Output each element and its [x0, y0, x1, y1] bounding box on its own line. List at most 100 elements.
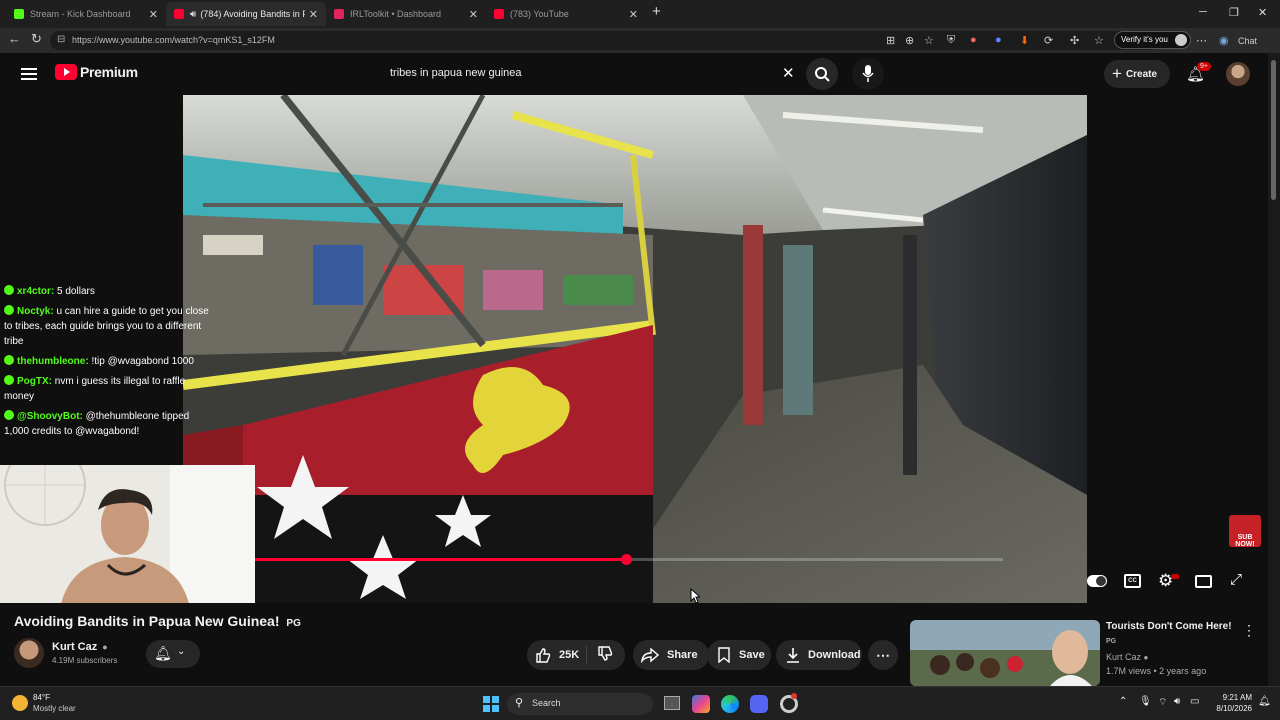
site-info-icon[interactable]: ⊟	[57, 34, 65, 45]
restore-icon[interactable]: ❐	[1229, 6, 1239, 19]
menu-icon[interactable]	[21, 67, 37, 81]
clear-search-icon[interactable]: ✕	[782, 64, 795, 82]
search-button[interactable]	[806, 58, 838, 90]
address-bar[interactable]: ⊟ https://www.youtube.com/watch?v=qmKS1_…	[50, 31, 1160, 50]
subscribed-bell-button[interactable]: 🔔︎ ⌄	[146, 640, 200, 668]
back-icon[interactable]: ←	[8, 31, 21, 46]
youtube-play-icon	[55, 64, 77, 80]
save-button[interactable]: Save	[707, 640, 771, 670]
tab-youtube[interactable]: (783) YouTube ✕	[486, 2, 646, 26]
share-button[interactable]: Share	[633, 640, 709, 670]
create-button[interactable]: + Create	[1104, 60, 1170, 88]
recommended-rating: PG	[1106, 638, 1117, 645]
progress-track[interactable]	[183, 554, 1003, 565]
close-tab-icon[interactable]: ✕	[629, 8, 638, 21]
more-actions-icon[interactable]: ⋯	[868, 640, 898, 670]
apps-icon[interactable]: ⊞	[886, 34, 895, 47]
refresh-extension-icon[interactable]: ⟳	[1044, 34, 1053, 47]
close-tab-icon[interactable]: ✕	[149, 8, 158, 21]
microphone-tray-icon[interactable]: 🎙︎	[1139, 696, 1152, 707]
chat-badge-icon	[4, 375, 14, 385]
zoom-icon[interactable]: ⊕	[905, 34, 914, 47]
more-menu-icon[interactable]: ⋯	[1196, 34, 1207, 47]
avatar[interactable]	[1226, 62, 1250, 86]
kick-favicon-icon	[14, 9, 24, 19]
youtube-logo[interactable]: Premium	[55, 64, 138, 80]
windows-start-icon[interactable]	[483, 696, 499, 712]
tab-youtube-video[interactable]: 🔊︎ (784) Avoiding Bandits in Papua New G…	[166, 2, 326, 26]
copilot-icon[interactable]: ◉	[1219, 34, 1229, 47]
discord-icon[interactable]	[750, 695, 768, 713]
plus-icon: +	[1112, 64, 1122, 83]
recommended-menu-icon[interactable]: ⋮	[1242, 622, 1256, 639]
volume-icon[interactable]: 🔊︎	[1174, 696, 1180, 707]
chat-badge-icon	[4, 355, 14, 365]
weather-temp[interactable]: 84°F	[33, 693, 50, 702]
channel-avatar[interactable]	[14, 638, 44, 668]
edge-browser-icon[interactable]	[721, 695, 739, 713]
webcam-frame	[0, 465, 255, 608]
extension-icon[interactable]: ●	[995, 34, 1002, 46]
thumbs-up-icon	[536, 648, 551, 663]
autoplay-toggle[interactable]	[1087, 575, 1107, 587]
bookmark-icon	[718, 647, 730, 663]
recommended-channel[interactable]: Kurt Caz ●	[1106, 652, 1148, 662]
notification-center-icon[interactable]: 🔔︎	[1258, 696, 1271, 707]
chat-label[interactable]: Chat	[1238, 36, 1257, 46]
search-input[interactable]: tribes in papua new guinea ✕	[380, 62, 804, 86]
clock-date[interactable]: 8/10/2026	[1206, 704, 1252, 713]
clock-time[interactable]: 9:21 AM	[1206, 693, 1252, 702]
scrollbar-thumb[interactable]	[1271, 60, 1276, 200]
window-close-icon[interactable]: ✕	[1258, 6, 1267, 19]
chat-badge-icon	[4, 285, 14, 295]
weather-desc[interactable]: Mostly clear	[33, 704, 76, 713]
copilot-app-icon[interactable]	[692, 695, 710, 713]
stream-chat-overlay: xr4ctor: 5 dollars Noctyk: u can hire a …	[0, 284, 210, 444]
sub-now-badge[interactable]: SUB NOW!	[1229, 515, 1261, 548]
tab-kick-dashboard[interactable]: Stream - Kick Dashboard ✕	[6, 2, 166, 26]
chevron-down-icon: ⌄	[177, 646, 186, 657]
download-arrow-icon[interactable]: ⬇	[1020, 34, 1029, 47]
favorites-icon[interactable]: ☆	[1094, 34, 1104, 47]
captions-icon[interactable]: CC	[1124, 574, 1141, 588]
chat-badge-icon	[4, 305, 14, 315]
video-player[interactable]	[183, 95, 1087, 603]
dislike-button[interactable]	[587, 645, 621, 665]
verify-button[interactable]: Verify it's you	[1114, 31, 1191, 49]
minimize-icon[interactable]: ─	[1199, 6, 1207, 18]
wifi-icon[interactable]: ⌔	[1158, 696, 1167, 709]
fullscreen-icon[interactable]: ⤢	[1230, 571, 1242, 588]
profile-avatar	[1174, 34, 1187, 46]
tab-irltoolkit[interactable]: IRLToolkit • Dashboard ✕	[326, 2, 486, 26]
reload-icon[interactable]: ↻	[31, 31, 42, 47]
recommended-title[interactable]: Tourists Don't Come Here!	[1106, 621, 1232, 632]
task-view-icon[interactable]	[664, 696, 680, 710]
close-tab-icon[interactable]: ✕	[309, 8, 318, 21]
like-button[interactable]: 25K	[527, 646, 587, 664]
chat-message: Noctyk: u can hire a guide to get you cl…	[4, 305, 209, 347]
voice-search-button[interactable]	[852, 58, 884, 90]
extension-icon[interactable]: ●	[970, 34, 977, 46]
progress-scrubber[interactable]	[620, 554, 632, 565]
chat-badge-icon	[4, 410, 14, 420]
taskbar-search[interactable]: ⚲ Search	[507, 693, 653, 715]
thumbs-down-icon	[598, 645, 613, 661]
battery-icon[interactable]: ▭	[1190, 696, 1199, 707]
extension-shield-icon[interactable]: ⛨	[947, 34, 955, 47]
weather-icon[interactable]	[12, 695, 28, 711]
share-icon	[641, 647, 659, 663]
recording-dot	[791, 693, 797, 699]
speaker-icon[interactable]: 🔊︎	[190, 9, 196, 20]
channel-name[interactable]: Kurt Caz ●	[52, 641, 108, 653]
puzzle-icon[interactable]: ✣	[1070, 34, 1079, 47]
miniplayer-icon[interactable]	[1195, 575, 1212, 588]
recommended-thumbnail[interactable]	[910, 620, 1100, 686]
notification-count-badge: 9+	[1197, 62, 1211, 71]
tray-chevron-icon[interactable]: ⌃	[1119, 696, 1127, 707]
browser-toolbar: ← ↻ ⊟ https://www.youtube.com/watch?v=qm…	[0, 28, 1280, 53]
download-button[interactable]: Download	[776, 640, 862, 670]
close-tab-icon[interactable]: ✕	[469, 8, 478, 21]
video-title: Avoiding Bandits in Papua New Guinea! PG	[14, 613, 301, 629]
new-tab-icon[interactable]: +	[652, 3, 661, 20]
bookmark-star-icon[interactable]: ☆	[924, 34, 934, 47]
